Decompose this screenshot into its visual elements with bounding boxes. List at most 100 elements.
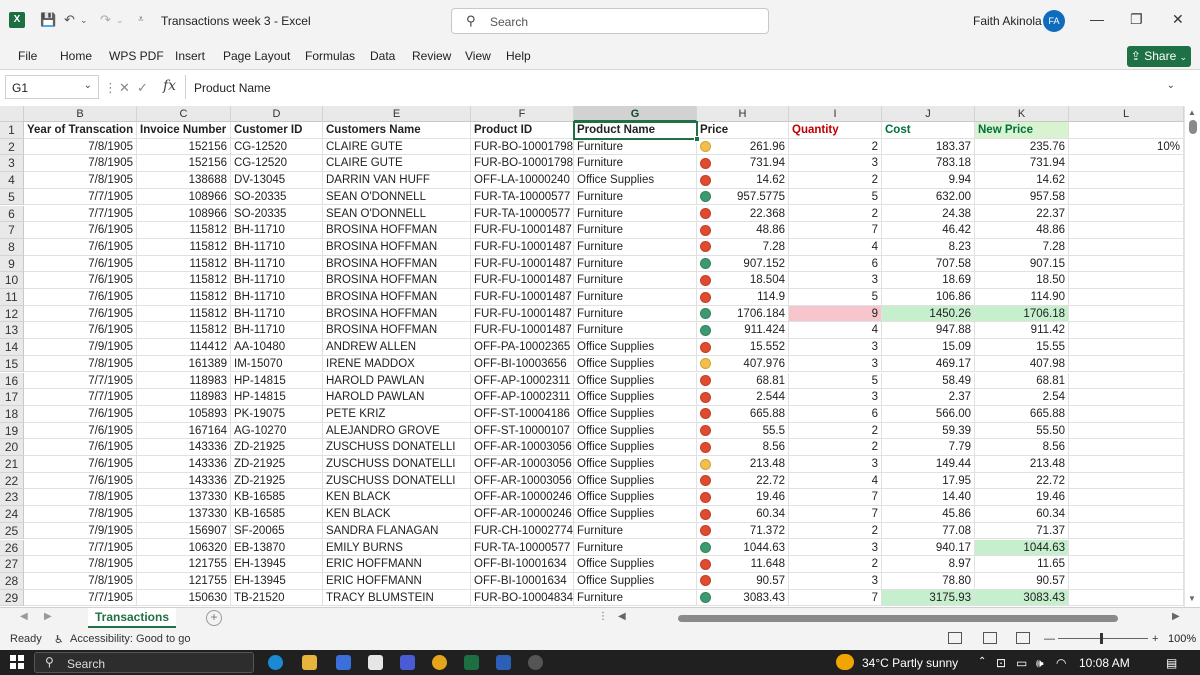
- cell-product-id[interactable]: OFF-PA-10002365: [471, 339, 574, 356]
- weather-text[interactable]: 34°C Partly sunny: [862, 656, 958, 670]
- name-box[interactable]: G1 ⌄: [5, 75, 99, 99]
- cell-quantity[interactable]: 2: [789, 205, 882, 223]
- cell-customer-id[interactable]: BH-11710: [231, 289, 323, 306]
- cell[interactable]: [1069, 122, 1184, 139]
- cell-new-price[interactable]: 731.94: [975, 155, 1069, 173]
- cell-product-id[interactable]: OFF-BI-10001634: [471, 556, 574, 573]
- cell-year[interactable]: 7/8/1905: [24, 489, 137, 507]
- cell-cost[interactable]: 940.17: [882, 539, 975, 557]
- cell-product-name[interactable]: Furniture: [574, 589, 697, 607]
- cell-cost[interactable]: 18.69: [882, 272, 975, 289]
- cell-product-name[interactable]: Office Supplies: [574, 355, 697, 373]
- cell-invoice-number[interactable]: 115812: [137, 222, 231, 239]
- calculator-icon[interactable]: [400, 655, 415, 670]
- cell-customer-name[interactable]: SANDRA FLANAGAN: [323, 522, 471, 540]
- cell[interactable]: [1069, 222, 1184, 239]
- cell-product-id[interactable]: FUR-FU-10001487: [471, 272, 574, 289]
- redo-dropdown-icon[interactable]: ⌄: [116, 15, 124, 26]
- minimize-icon[interactable]: —: [1090, 11, 1104, 27]
- cell-new-price[interactable]: 1044.63: [975, 539, 1069, 557]
- cell-customer-name[interactable]: ZUSCHUSS DONATELLI: [323, 456, 471, 473]
- cell-product-name[interactable]: Office Supplies: [574, 372, 697, 390]
- cell-customer-id[interactable]: EH-13945: [231, 572, 323, 590]
- cell-customer-id[interactable]: CG-12520: [231, 138, 323, 156]
- cell-customer-name[interactable]: ERIC HOFFMANN: [323, 556, 471, 573]
- cell-product-id[interactable]: FUR-FU-10001487: [471, 255, 574, 273]
- header-price[interactable]: Price: [697, 122, 789, 139]
- cell-cost[interactable]: 77.08: [882, 522, 975, 540]
- row-header[interactable]: 17: [0, 389, 24, 406]
- cell-year[interactable]: 7/8/1905: [24, 572, 137, 590]
- cell-cost[interactable]: 58.49: [882, 372, 975, 390]
- cell-year[interactable]: 7/6/1905: [24, 472, 137, 490]
- tab-home[interactable]: Home: [60, 49, 92, 63]
- row-header[interactable]: 26: [0, 539, 24, 557]
- cell-customer-name[interactable]: BROSINA HOFFMAN: [323, 255, 471, 273]
- cell-invoice-number[interactable]: 115812: [137, 322, 231, 340]
- cell-product-id[interactable]: OFF-AR-10003056: [471, 439, 574, 456]
- cell-customer-id[interactable]: ZD-21925: [231, 456, 323, 473]
- cell-cost[interactable]: 149.44: [882, 456, 975, 473]
- cell-new-price[interactable]: 48.86: [975, 222, 1069, 239]
- cell[interactable]: [1069, 472, 1184, 490]
- cell-customer-name[interactable]: EMILY BURNS: [323, 539, 471, 557]
- cell-invoice-number[interactable]: 115812: [137, 238, 231, 256]
- cell-customer-id[interactable]: BH-11710: [231, 305, 323, 323]
- share-button[interactable]: ⇪ Share ⌄: [1127, 46, 1191, 67]
- sheet-tab-transactions[interactable]: Transactions: [88, 608, 176, 628]
- cell-customer-name[interactable]: BROSINA HOFFMAN: [323, 272, 471, 289]
- cell-cost[interactable]: 45.86: [882, 506, 975, 523]
- row-header[interactable]: 12: [0, 305, 24, 323]
- scroll-up-icon[interactable]: ▲: [1188, 108, 1196, 117]
- cell[interactable]: [1069, 489, 1184, 507]
- cell-customer-name[interactable]: BROSINA HOFFMAN: [323, 222, 471, 239]
- cell-year[interactable]: 7/9/1905: [24, 339, 137, 356]
- tab-insert[interactable]: Insert: [175, 49, 205, 63]
- cell[interactable]: [1069, 456, 1184, 473]
- cell-invoice-number[interactable]: 115812: [137, 255, 231, 273]
- cell-customer-id[interactable]: KB-16585: [231, 489, 323, 507]
- cell-product-name[interactable]: Office Supplies: [574, 389, 697, 406]
- prev-sheet-icon[interactable]: ◀: [20, 611, 28, 622]
- cell-year[interactable]: 7/8/1905: [24, 355, 137, 373]
- cell-product-id[interactable]: OFF-ST-10000107: [471, 422, 574, 440]
- cell-new-price[interactable]: 2.54: [975, 389, 1069, 406]
- cell-quantity[interactable]: 7: [789, 506, 882, 523]
- chrome-icon[interactable]: [432, 655, 447, 670]
- cell[interactable]: [1069, 339, 1184, 356]
- cell[interactable]: [1069, 556, 1184, 573]
- cell-invoice-number[interactable]: 106320: [137, 539, 231, 557]
- redo-icon[interactable]: ↷: [100, 12, 111, 28]
- cell-quantity[interactable]: 3: [789, 355, 882, 373]
- cell-new-price[interactable]: 22.72: [975, 472, 1069, 490]
- cell-quantity[interactable]: 4: [789, 238, 882, 256]
- cell-year[interactable]: 7/6/1905: [24, 322, 137, 340]
- search-box[interactable]: ⚲ Search: [451, 8, 769, 34]
- cell-invoice-number[interactable]: 105893: [137, 405, 231, 423]
- cell-customer-name[interactable]: TRACY BLUMSTEIN: [323, 589, 471, 607]
- cell-invoice-number[interactable]: 152156: [137, 138, 231, 156]
- cell-quantity[interactable]: 7: [789, 489, 882, 507]
- cell-product-name[interactable]: Furniture: [574, 272, 697, 289]
- cell-cost[interactable]: 9.94: [882, 172, 975, 189]
- cell-cost[interactable]: 566.00: [882, 405, 975, 423]
- row-header[interactable]: 3: [0, 155, 24, 173]
- edge-icon[interactable]: [268, 655, 283, 670]
- row-header[interactable]: 25: [0, 522, 24, 540]
- cell-invoice-number[interactable]: 121755: [137, 556, 231, 573]
- cell-customer-name[interactable]: ANDREW ALLEN: [323, 339, 471, 356]
- cell-quantity[interactable]: 9: [789, 305, 882, 323]
- cell-customer-id[interactable]: ZD-21925: [231, 472, 323, 490]
- cell-product-name[interactable]: Furniture: [574, 522, 697, 540]
- cell-product-id[interactable]: OFF-AR-10000246: [471, 506, 574, 523]
- cell-product-id[interactable]: FUR-FU-10001487: [471, 238, 574, 256]
- cell-quantity[interactable]: 3: [789, 456, 882, 473]
- cell-new-price[interactable]: 957.58: [975, 188, 1069, 206]
- cell-customer-id[interactable]: BH-11710: [231, 255, 323, 273]
- row-header[interactable]: 29: [0, 589, 24, 607]
- column-header-j[interactable]: J: [882, 106, 975, 122]
- cell-year[interactable]: 7/8/1905: [24, 506, 137, 523]
- cell-quantity[interactable]: 6: [789, 255, 882, 273]
- column-header-f[interactable]: F: [471, 106, 574, 122]
- cell-quantity[interactable]: 3: [789, 389, 882, 406]
